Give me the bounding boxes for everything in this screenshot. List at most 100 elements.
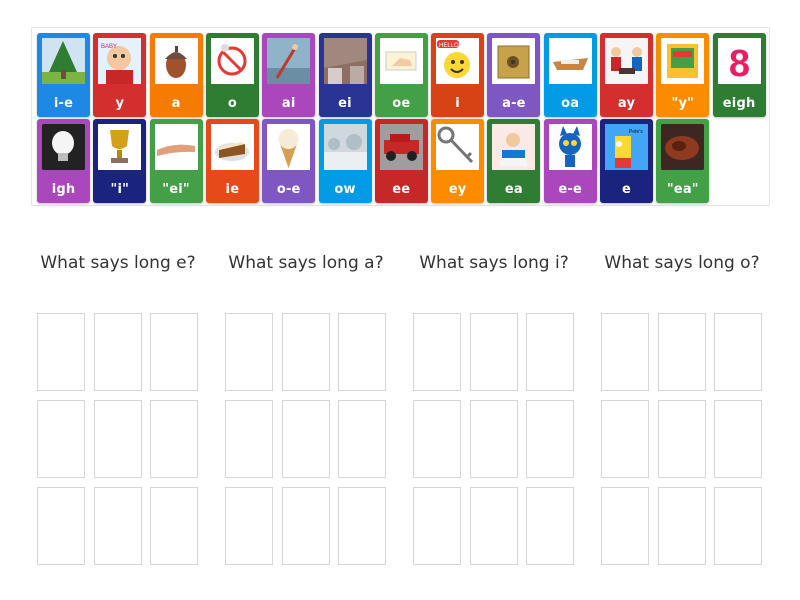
ceiling-icon [323, 38, 367, 84]
word-card-ai[interactable]: ai [262, 33, 316, 117]
card-label: i [455, 96, 460, 111]
drop-slot[interactable] [37, 400, 85, 478]
drop-slot[interactable] [413, 487, 461, 565]
word-card-y[interactable]: BABY y [93, 33, 147, 117]
drop-slot[interactable] [470, 487, 518, 565]
card-label: i-e [53, 96, 74, 111]
reading-icon [492, 124, 536, 170]
card-label: oa [561, 96, 580, 111]
number-eight-icon: 8 [717, 38, 761, 84]
drop-slot[interactable] [714, 400, 762, 478]
hello-smiley-icon: HELLO [436, 38, 480, 84]
drop-slot[interactable] [338, 313, 386, 391]
card-label: ey [448, 182, 467, 197]
drop-slot[interactable] [338, 487, 386, 565]
word-card-eigh[interactable]: 8 eigh [712, 33, 766, 117]
word-card-qyq[interactable]: "y" [656, 33, 710, 117]
card-label: ow [334, 182, 356, 197]
pie-icon [210, 124, 254, 170]
arm-icon [154, 124, 198, 170]
drop-slot[interactable] [413, 313, 461, 391]
light-bulb-icon [42, 124, 85, 170]
word-card-ay[interactable]: ay [600, 33, 653, 117]
baby-icon: BABY [98, 38, 142, 84]
chess-players-icon [605, 38, 648, 84]
drop-slot[interactable] [37, 487, 85, 565]
drop-slot[interactable] [37, 313, 85, 391]
boat-icon [548, 38, 592, 84]
drop-slot[interactable] [658, 313, 706, 391]
word-card-o-e[interactable]: o-e [262, 119, 316, 203]
svg-text:BABY: BABY [101, 44, 117, 50]
book-icon [661, 38, 705, 84]
drop-slot[interactable] [714, 313, 762, 391]
drop-slot[interactable] [526, 313, 574, 391]
drop-slot[interactable] [225, 400, 273, 478]
card-label: o [227, 96, 237, 111]
card-label: a [171, 96, 181, 111]
drop-slot[interactable] [94, 400, 142, 478]
drop-slot[interactable] [94, 487, 142, 565]
word-card-i-e[interactable]: i-e [37, 33, 90, 117]
word-card-i[interactable]: HELLO i [431, 33, 485, 117]
drop-slot[interactable] [601, 400, 649, 478]
word-card-igh[interactable]: igh [37, 119, 90, 203]
drop-slot[interactable] [470, 313, 518, 391]
word-card-oe[interactable]: oe [374, 33, 428, 117]
drop-slot[interactable] [526, 487, 574, 565]
svg-text:HELLO: HELLO [439, 43, 459, 49]
drop-slot[interactable] [150, 313, 198, 391]
word-card-e[interactable]: Pete's e [600, 119, 653, 203]
snow-icon [323, 124, 367, 170]
word-card-e-e[interactable]: e-e [543, 119, 597, 203]
ice-cream-cone-icon [267, 124, 311, 170]
drop-slot[interactable] [282, 487, 330, 565]
word-card-ey[interactable]: ey [431, 119, 485, 203]
drop-slot[interactable] [282, 400, 330, 478]
svg-text:8: 8 [729, 43, 750, 84]
card-label: oe [392, 96, 411, 111]
drop-slot[interactable] [601, 313, 649, 391]
card-label: eigh [722, 96, 756, 111]
drop-slot[interactable] [338, 400, 386, 478]
word-card-qeaq[interactable]: "ea" [656, 119, 710, 203]
group-title-4: What says long o? [604, 253, 760, 273]
card-label: ea [504, 182, 523, 197]
card-label: ee [392, 182, 411, 197]
drop-slot[interactable] [601, 487, 649, 565]
drop-slot[interactable] [470, 400, 518, 478]
word-card-o[interactable]: o [205, 33, 259, 117]
bart-icon: Pete's [605, 124, 648, 170]
card-label: ie [225, 182, 240, 197]
svg-text:Pete's: Pete's [629, 129, 643, 135]
drop-slot[interactable] [526, 400, 574, 478]
word-card-ow[interactable]: ow [318, 119, 372, 203]
word-card-a-e[interactable]: a-e [487, 33, 541, 117]
word-card-qiq[interactable]: "i" [93, 119, 147, 203]
card-label: o-e [276, 182, 301, 197]
card-label: ei [338, 96, 352, 111]
word-card-ea[interactable]: ea [487, 119, 541, 203]
drop-slot[interactable] [413, 400, 461, 478]
group-title-2: What says long a? [228, 253, 384, 273]
drop-slot[interactable] [282, 313, 330, 391]
safe-icon [492, 38, 536, 84]
card-label: "ei" [162, 182, 190, 197]
drop-slot[interactable] [225, 487, 273, 565]
drop-slot[interactable] [94, 313, 142, 391]
word-card-a[interactable]: a [149, 33, 203, 117]
word-card-qeiq[interactable]: "ei" [149, 119, 203, 203]
word-card-ee[interactable]: ee [374, 119, 428, 203]
word-card-oa[interactable]: oa [543, 33, 597, 117]
card-label: ai [281, 96, 296, 111]
drop-slot[interactable] [150, 487, 198, 565]
jeep-icon [379, 124, 423, 170]
drop-slot[interactable] [658, 400, 706, 478]
drop-slot[interactable] [714, 487, 762, 565]
pine-tree-icon [42, 38, 85, 84]
drop-slot[interactable] [150, 400, 198, 478]
drop-slot[interactable] [225, 313, 273, 391]
drop-slot[interactable] [658, 487, 706, 565]
word-card-ie[interactable]: ie [205, 119, 259, 203]
word-card-ei[interactable]: ei [318, 33, 372, 117]
